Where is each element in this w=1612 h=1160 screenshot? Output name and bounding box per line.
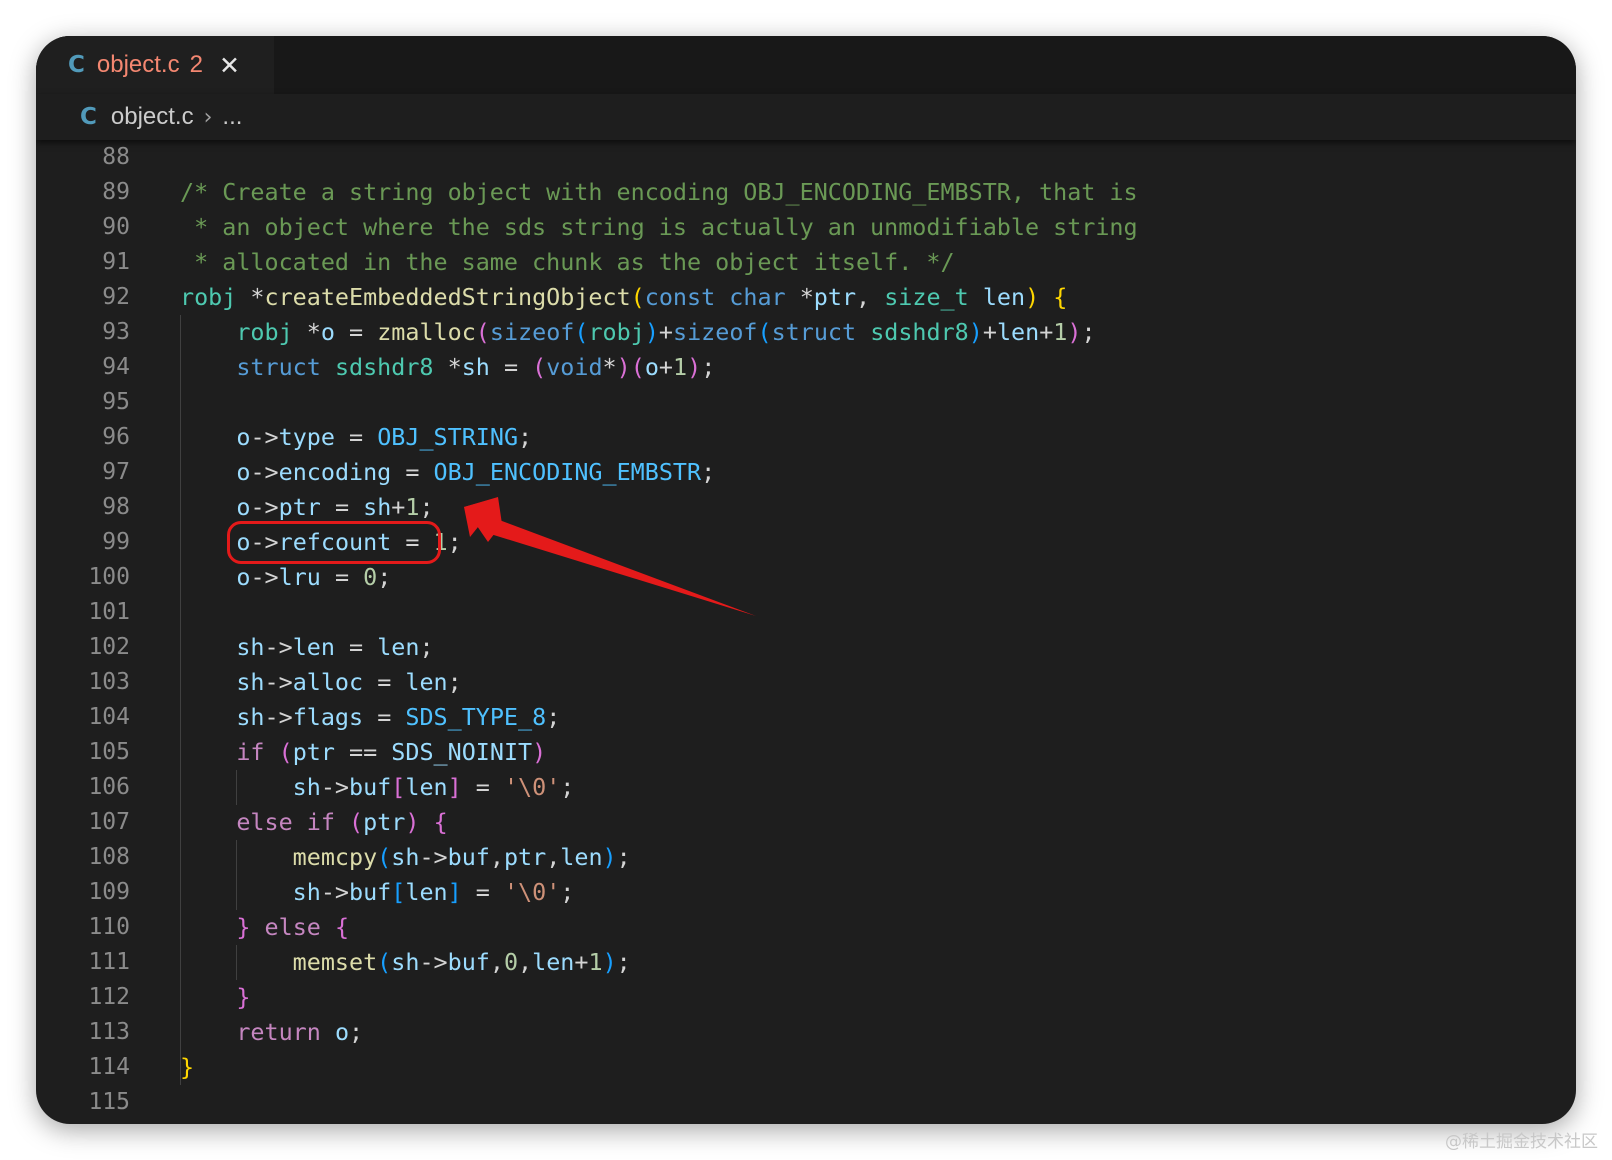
editor-window: C object.c 2 ✕ C object.c › ... 88 89/* C… (36, 36, 1576, 1124)
annotation-arrow (464, 497, 756, 616)
watermark: @稀土掘金技术社区 (1445, 1132, 1598, 1152)
